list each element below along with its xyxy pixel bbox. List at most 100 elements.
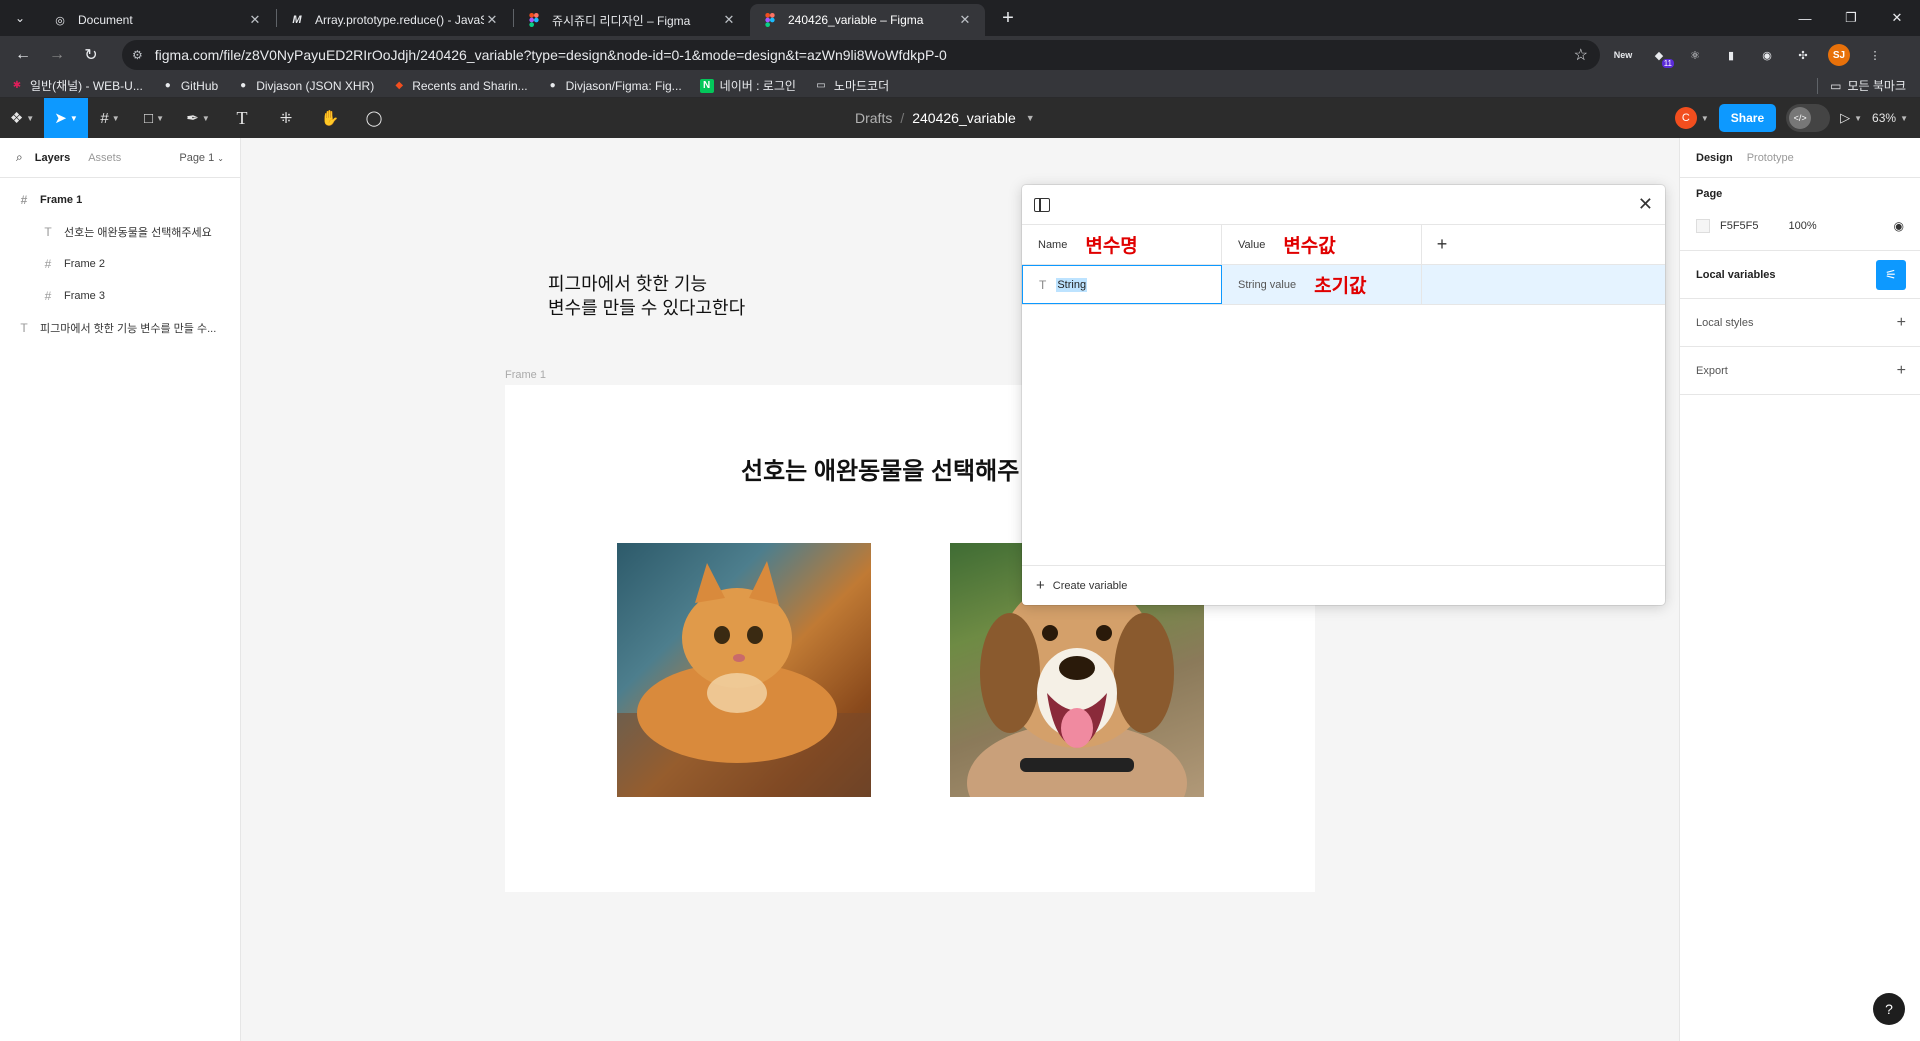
- layer-frame-2[interactable]: # Frame 2: [0, 248, 240, 280]
- extension-new[interactable]: New: [1610, 42, 1636, 68]
- browser-tab-document[interactable]: ◎ Document ✕: [40, 4, 275, 36]
- shape-tool[interactable]: □ ▼: [132, 98, 176, 138]
- bookmark-divjason-figma[interactable]: ● Divjason/Figma: Fig...: [546, 79, 682, 93]
- page-color-row[interactable]: F5F5F5 100% ◉: [1696, 210, 1904, 242]
- profile-button[interactable]: SJ: [1826, 42, 1852, 68]
- bookmark-nomadcoder[interactable]: ▭ 노마드코더: [814, 77, 889, 94]
- value-annotation: 변수값: [1283, 236, 1336, 257]
- tab-search-button[interactable]: ⌄: [6, 4, 34, 32]
- more-menu-icon[interactable]: ⋮: [1862, 42, 1888, 68]
- close-tab-icon[interactable]: ✕: [484, 12, 500, 28]
- react-devtools-icon[interactable]: ⚛: [1682, 42, 1708, 68]
- figma-icon: [762, 12, 778, 28]
- add-mode-button[interactable]: +: [1422, 225, 1462, 264]
- bookmark-label: Divjason (JSON XHR): [256, 78, 375, 93]
- zoom-menu[interactable]: 63% ▼: [1872, 111, 1908, 125]
- document-extension-icon[interactable]: ▮: [1718, 42, 1744, 68]
- layer-text-intro[interactable]: T 피그마에서 핫한 기능 변수를 만들 수...: [0, 312, 240, 344]
- present-button[interactable]: ▷ ▼: [1840, 110, 1862, 126]
- site-info-icon[interactable]: ⚙: [132, 48, 143, 62]
- help-button[interactable]: ?: [1873, 993, 1905, 1025]
- tab-prototype[interactable]: Prototype: [1747, 152, 1794, 164]
- tab-design[interactable]: Design: [1696, 152, 1733, 164]
- sidebar-toggle-icon[interactable]: [1034, 197, 1050, 212]
- resources-tool[interactable]: ⁜: [264, 98, 308, 138]
- bookmark-figma-recents[interactable]: ◆ Recents and Sharin...: [392, 79, 527, 93]
- local-variables-modal: ✕ Name 변수명 Value 변수값 + T String String v…: [1022, 185, 1665, 605]
- browser-tab-mdn[interactable]: M Array.prototype.reduce() - JavaS ✕: [277, 4, 512, 36]
- move-tool[interactable]: ➤ ▼: [44, 98, 88, 138]
- figma-icon: [526, 12, 542, 28]
- breadcrumb-drafts[interactable]: Drafts: [855, 110, 892, 126]
- avatar: C: [1674, 107, 1697, 129]
- new-tab-button[interactable]: +: [994, 4, 1022, 32]
- page-color-value[interactable]: F5F5F5: [1720, 220, 1759, 232]
- frame-icon: #: [100, 109, 109, 127]
- omnibox[interactable]: ⚙ figma.com/file/z8V0NyPayuED2RIrOoJdjh/…: [122, 40, 1600, 70]
- page-opacity-value[interactable]: 100%: [1789, 220, 1817, 232]
- tab-assets[interactable]: Assets: [88, 152, 121, 164]
- reload-button[interactable]: ↻: [74, 40, 108, 70]
- multiplayer-avatar[interactable]: C ▼: [1674, 107, 1709, 129]
- export-row[interactable]: Export +: [1680, 347, 1920, 395]
- search-icon[interactable]: ⌕: [16, 150, 23, 165]
- browser-tab-figma-redesign[interactable]: 쥬시쥬디 리디자인 – Figma ✕: [514, 4, 749, 36]
- variable-name-text[interactable]: String: [1056, 277, 1088, 292]
- canvas-intro-text[interactable]: 피그마에서 핫한 기능 변수를 만들 수 있다고한다: [548, 272, 745, 320]
- back-button[interactable]: ←: [6, 40, 40, 70]
- close-window-icon[interactable]: ✕: [1874, 0, 1920, 36]
- bookmark-github[interactable]: ● GitHub: [161, 79, 218, 93]
- bookmark-naver[interactable]: N 네이버 : 로그인: [699, 77, 796, 94]
- close-tab-icon[interactable]: ✕: [721, 12, 737, 28]
- local-styles-row[interactable]: Local styles +: [1680, 299, 1920, 347]
- share-button[interactable]: Share: [1718, 104, 1777, 132]
- frame-tool[interactable]: # ▼: [88, 98, 132, 138]
- bookmark-star-icon[interactable]: ☆: [1574, 45, 1588, 65]
- text-tool[interactable]: T: [220, 98, 264, 138]
- frame-heading[interactable]: 선호는 애완동물을 선택해주: [741, 451, 1019, 486]
- pen-tool[interactable]: ✒ ▼: [176, 98, 220, 138]
- plus-icon[interactable]: +: [1897, 362, 1906, 380]
- eye-icon[interactable]: ◉: [1894, 219, 1904, 233]
- layer-frame-3[interactable]: # Frame 3: [0, 280, 240, 312]
- all-bookmarks[interactable]: ▭ 모든 북마크: [1817, 77, 1906, 94]
- plus-icon[interactable]: +: [1897, 314, 1906, 332]
- chevron-down-icon[interactable]: ▼: [1026, 113, 1035, 123]
- bookmark-divjason-json[interactable]: ● Divjason (JSON XHR): [236, 79, 374, 93]
- main-menu-button[interactable]: ❖ ▼: [0, 98, 44, 138]
- properties-tabs: Design Prototype: [1680, 138, 1920, 178]
- close-tab-icon[interactable]: ✕: [247, 12, 263, 28]
- bookmark-slack[interactable]: ✱ 일반(채널) - WEB-U...: [10, 77, 143, 94]
- variable-row[interactable]: T String String value 초기값: [1022, 265, 1665, 305]
- tab-layers[interactable]: Layers: [35, 152, 70, 164]
- cat-image[interactable]: [617, 543, 871, 797]
- create-variable-button[interactable]: + Create variable: [1022, 565, 1665, 605]
- extension-badge[interactable]: ◆ 11: [1646, 42, 1674, 68]
- close-tab-icon[interactable]: ✕: [957, 12, 973, 28]
- hand-tool[interactable]: ✋: [308, 98, 352, 138]
- layer-text-heading[interactable]: T 선호는 애완동물을 선택해주세요: [0, 216, 240, 248]
- intro-line-1: 피그마에서 핫한 기능: [548, 274, 708, 294]
- github-icon: ●: [240, 80, 247, 91]
- minimize-icon[interactable]: —: [1782, 0, 1828, 36]
- extensions-puzzle-icon[interactable]: ✣: [1790, 42, 1816, 68]
- target-extension-icon[interactable]: ◉: [1754, 42, 1780, 68]
- file-name[interactable]: 240426_variable: [912, 110, 1016, 126]
- layer-frame-1[interactable]: # Frame 1: [0, 184, 240, 216]
- url-text[interactable]: figma.com/file/z8V0NyPayuED2RIrOoJdjh/24…: [155, 47, 1574, 63]
- variable-name-input[interactable]: T String: [1022, 265, 1222, 304]
- comment-tool[interactable]: ◯: [352, 98, 396, 138]
- color-swatch[interactable]: [1696, 219, 1710, 233]
- variable-value-text[interactable]: String value: [1238, 279, 1296, 291]
- sliders-icon[interactable]: ⚟: [1876, 259, 1906, 290]
- browser-tab-figma-variable[interactable]: 240426_variable – Figma ✕: [750, 4, 985, 36]
- close-icon[interactable]: ✕: [1638, 194, 1653, 215]
- dev-mode-toggle[interactable]: </>: [1786, 104, 1831, 132]
- forward-button[interactable]: →: [40, 40, 74, 70]
- frame-label[interactable]: Frame 1: [505, 369, 546, 381]
- variable-value-cell[interactable]: String value 초기값: [1222, 265, 1422, 304]
- page-selector[interactable]: Page 1 ⌄: [179, 152, 224, 164]
- restore-icon[interactable]: ❐: [1828, 0, 1874, 36]
- local-variables-row[interactable]: Local variables ⚟: [1680, 251, 1920, 299]
